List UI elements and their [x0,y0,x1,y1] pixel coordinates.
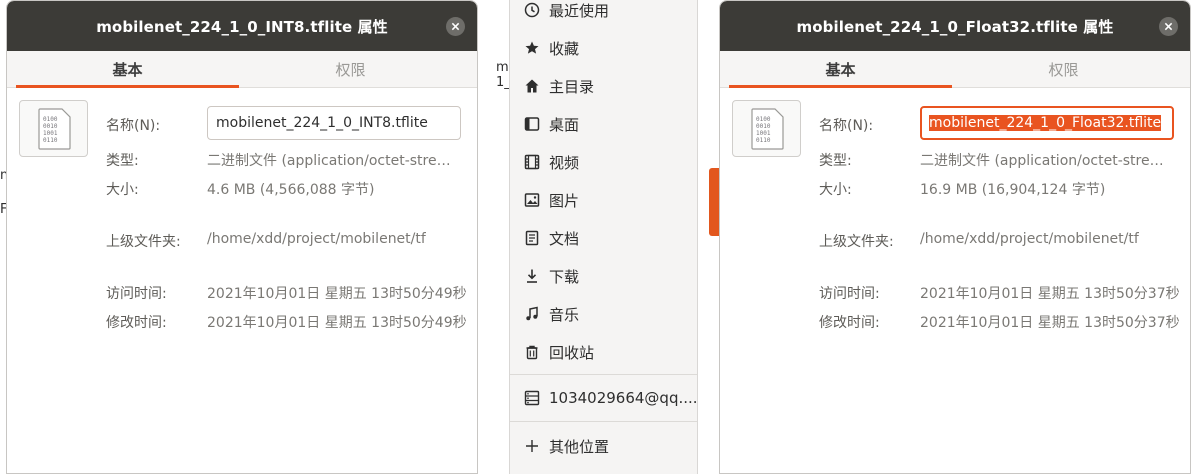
binary-file-icon: 0100 0010 1001 0110 [19,100,88,157]
document-icon [524,230,540,246]
tab-permissions[interactable]: 权限 [952,51,1175,88]
svg-text:1001: 1001 [43,130,58,137]
name-field[interactable]: mobilenet_224_1_0_Float32.tflite [920,106,1174,140]
name-field[interactable]: mobilenet_224_1_0_INT8.tflite [207,106,461,140]
sidebar-item-label: 文档 [549,229,580,248]
sidebar-item-label: 音乐 [549,305,580,324]
sidebar-item-recent[interactable]: 最近使用 [510,0,697,29]
sidebar-item-label: 1034029664@qq.... [549,389,698,407]
dialog-title: mobilenet_224_1_0_Float32.tflite 属性 [796,17,1114,36]
size-value: 4.6 MB (4,566,088 字节) [207,182,375,198]
dialog-titlebar[interactable]: mobilenet_224_1_0_INT8.tflite 属性 [7,1,477,51]
star-icon [524,40,540,56]
accessed-value: 2021年10月01日 星期五 13时50分49秒 [207,286,467,302]
sidebar-item-label: 其他位置 [549,437,610,456]
download-icon [524,268,540,284]
file-manager-sidebar: 最近使用 收藏 主目录 桌面 视频 图片 文档 下载 音乐 回收站 103402… [509,0,698,474]
parent-folder-value: /home/xdd/project/mobilenet/tf [207,231,426,247]
sidebar-item-trash[interactable]: 回收站 [510,333,697,371]
close-button[interactable] [1159,17,1178,36]
music-icon [524,306,540,322]
name-field-selected-text: mobilenet_224_1_0_Float32.tflite [929,115,1162,131]
sidebar-item-documents[interactable]: 文档 [510,219,697,257]
dialog-titlebar[interactable]: mobilenet_224_1_0_Float32.tflite 属性 [720,1,1190,51]
sidebar-item-downloads[interactable]: 下载 [510,257,697,295]
accessed-label: 访问时间: [106,286,167,302]
close-icon [1164,22,1173,31]
plus-icon [524,438,540,454]
picture-icon [524,192,540,208]
tab-permissions[interactable]: 权限 [239,51,462,88]
modified-label: 修改时间: [819,315,880,331]
sidebar-item-home[interactable]: 主目录 [510,67,697,105]
desktop-icon [524,116,540,132]
clock-icon [524,2,540,18]
properties-dialog-float32: mobilenet_224_1_0_Float32.tflite 属性 基本 权… [719,0,1191,474]
accessed-value: 2021年10月01日 星期五 13时50分37秒 [920,286,1180,302]
video-icon [524,154,540,170]
parent-folder-value: /home/xdd/project/mobilenet/tf [920,231,1139,247]
size-value: 16.9 MB (16,904,124 字节) [920,182,1106,198]
dialog-tabs: 基本 权限 [7,51,477,88]
network-server-icon [524,390,540,406]
accessed-label: 访问时间: [819,286,880,302]
sidebar-item-label: 收藏 [549,39,580,58]
svg-text:1001: 1001 [756,130,771,137]
tab-basic[interactable]: 基本 [16,51,239,88]
sidebar-item-label: 最近使用 [549,1,610,20]
size-label: 大小: [819,182,852,198]
properties-dialog-int8: mobilenet_224_1_0_INT8.tflite 属性 基本 权限 0… [6,0,478,474]
name-label: 名称(N): [819,118,874,134]
svg-text:0110: 0110 [756,137,771,144]
trash-icon [524,344,540,360]
tab-basic[interactable]: 基本 [729,51,952,88]
sidebar-item-label: 下载 [549,267,580,286]
svg-text:0010: 0010 [756,123,771,130]
modified-value: 2021年10月01日 星期五 13时50分37秒 [920,315,1180,331]
sidebar-item-label: 桌面 [549,115,580,134]
sidebar-item-desktop[interactable]: 桌面 [510,105,697,143]
size-label: 大小: [106,182,139,198]
sidebar-item-network-account[interactable]: 1034029664@qq.... [510,379,698,417]
close-button[interactable] [446,17,465,36]
svg-text:0110: 0110 [43,137,58,144]
sidebar-item-starred[interactable]: 收藏 [510,29,697,67]
sidebar-separator [510,374,697,375]
modified-label: 修改时间: [106,315,167,331]
sidebar-separator [510,421,697,422]
dialog-tabs: 基本 权限 [720,51,1190,88]
sidebar-item-label: 主目录 [549,77,595,96]
type-label: 类型: [819,153,852,169]
parent-folder-label: 上级文件夹: [819,234,894,250]
sidebar-item-other-locations[interactable]: 其他位置 [510,427,697,465]
binary-file-icon: 0100 0010 1001 0110 [732,100,801,157]
sidebar-item-music[interactable]: 音乐 [510,295,697,333]
dialog-title: mobilenet_224_1_0_INT8.tflite 属性 [96,17,388,36]
sidebar-item-label: 回收站 [549,343,595,362]
type-value: 二进制文件 (application/octet-stream) [920,153,1172,169]
close-icon [451,22,460,31]
sidebar-item-label: 图片 [549,191,580,210]
parent-folder-label: 上级文件夹: [106,234,181,250]
name-field-value: mobilenet_224_1_0_INT8.tflite [216,115,428,131]
sidebar-item-videos[interactable]: 视频 [510,143,697,181]
modified-value: 2021年10月01日 星期五 13时50分49秒 [207,315,467,331]
home-icon [524,78,540,94]
svg-text:0100: 0100 [43,116,58,123]
type-value: 二进制文件 (application/octet-stream) [207,153,459,169]
sidebar-item-pictures[interactable]: 图片 [510,181,697,219]
sidebar-item-label: 视频 [549,153,580,172]
name-label: 名称(N): [106,118,161,134]
svg-text:0100: 0100 [756,116,771,123]
type-label: 类型: [106,153,139,169]
svg-text:0010: 0010 [43,123,58,130]
